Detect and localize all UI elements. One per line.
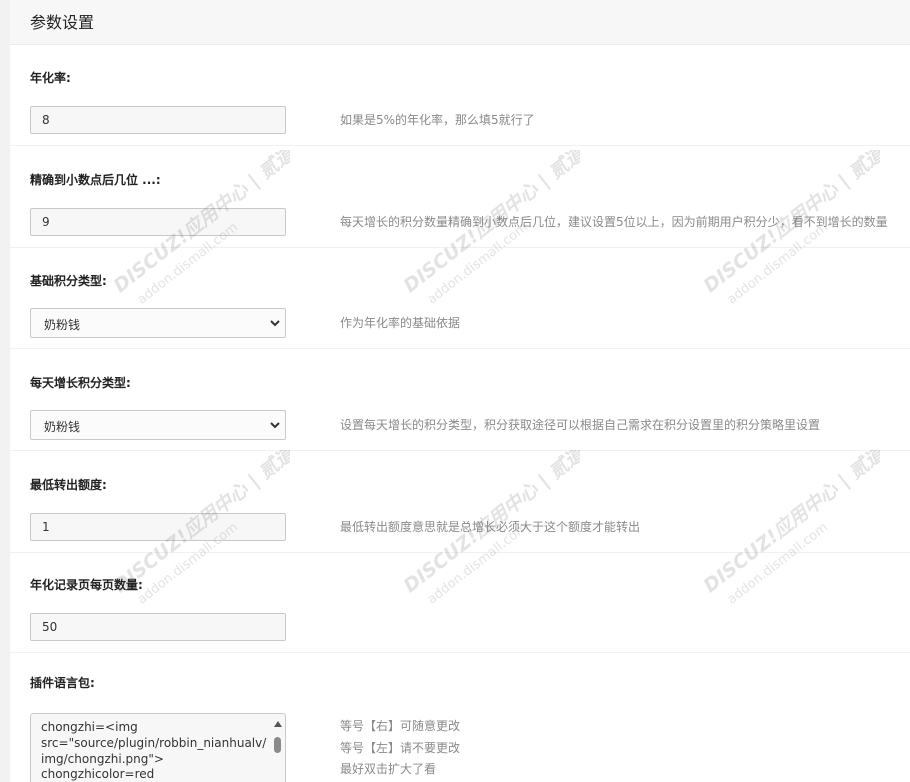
annual-rate-description: 如果是5%的年化率，那么填5就行了 [340,113,535,127]
page-title: 参数设置 [30,13,95,32]
records-per-page-value: 50 [42,620,58,634]
settings-panel: 参数设置 年化率: 8 如果是5%的年化率，那么填5就行了 精确到小数点后几位 … [10,0,910,782]
setting-row-decimal-places: 精确到小数点后几位 ...: 9 每天增长的积分数量精确到小数点后几位，建议设置… [10,147,910,248]
daily-credit-type-selected: 奶粉钱 [44,420,81,434]
language-pack-note: 等号【右】可随意更改 [340,719,461,733]
setting-row-daily-credit-type: 每天增长积分类型: 奶粉钱 设置每天增长的积分类型，积分获取途径可以根据自己需求… [10,350,910,451]
base-credit-type-description: 作为年化率的基础依据 [340,316,461,330]
daily-credit-type-select[interactable]: 奶粉钱 [30,410,286,440]
language-pack-label: 插件语言包: [30,676,95,690]
annual-rate-label: 年化率: [30,71,71,85]
panel-header: 参数设置 [10,0,910,45]
language-pack-line: chongzhi=<img [41,720,138,734]
decimal-places-description: 每天增长的积分数量精确到小数点后几位，建议设置5位以上，因为前期用户积分少，看不… [340,215,888,229]
min-transfer-description: 最低转出额度意思就是总增长必须大于这个额度才能转出 [340,520,641,534]
min-transfer-label: 最低转出额度: [30,478,107,492]
scroll-thumb[interactable] [274,737,281,753]
language-pack-note: 等号【左】请不要更改 [340,741,461,755]
daily-credit-type-label: 每天增长积分类型: [30,376,131,390]
chevron-down-icon [270,422,280,429]
textarea-scrollbar[interactable] [271,714,285,782]
language-pack-line: chongzhicolor=red [41,767,155,781]
annual-rate-value: 8 [42,113,50,127]
decimal-places-input[interactable]: 9 [30,208,286,236]
language-pack-note: 最好双击扩大了看 [340,762,437,776]
language-pack-line: img/chongzhi.png"> [41,752,164,766]
decimal-places-value: 9 [42,215,50,229]
min-transfer-input[interactable]: 1 [30,513,286,541]
setting-row-min-transfer: 最低转出额度: 1 最低转出额度意思就是总增长必须大于这个额度才能转出 [10,452,910,553]
base-credit-type-label: 基础积分类型: [30,274,107,288]
daily-credit-type-description: 设置每天增长的积分类型，积分获取途径可以根据自己需求在积分设置里的积分策略里设置 [340,418,821,432]
setting-row-annual-rate: 年化率: 8 如果是5%的年化率，那么填5就行了 [10,45,910,146]
scroll-up-icon[interactable] [274,721,282,727]
decimal-places-label: 精确到小数点后几位 ...: [30,173,161,187]
min-transfer-value: 1 [42,520,50,534]
language-pack-line: src="source/plugin/robbin_nianhualv/ [41,736,267,750]
base-credit-type-select[interactable]: 奶粉钱 [30,308,286,338]
records-per-page-input[interactable]: 50 [30,613,286,641]
setting-row-records-per-page: 年化记录页每页数量: 50 [10,552,910,653]
base-credit-type-selected: 奶粉钱 [44,318,81,332]
language-pack-textarea[interactable]: chongzhi=<img src="source/plugin/robbin_… [30,713,286,782]
annual-rate-input[interactable]: 8 [30,106,286,134]
setting-row-base-credit-type: 基础积分类型: 奶粉钱 作为年化率的基础依据 [10,248,910,349]
chevron-down-icon [270,320,280,327]
records-per-page-label: 年化记录页每页数量: [30,578,143,592]
